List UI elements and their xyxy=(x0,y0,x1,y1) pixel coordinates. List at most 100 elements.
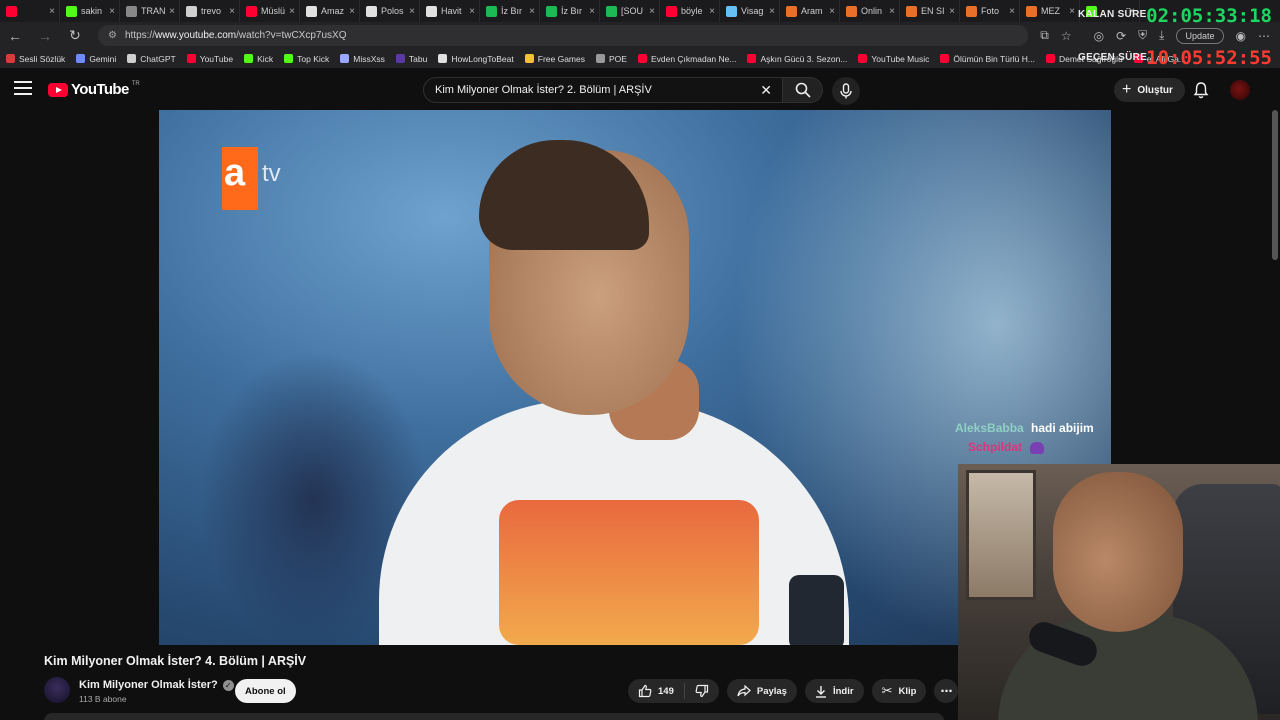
search-input[interactable]: Kim Milyoner Olmak İster? 2. Bölüm | ARŞ… xyxy=(423,77,783,103)
tab-close-icon[interactable]: × xyxy=(349,6,355,17)
browser-tab[interactable]: İz Bır × xyxy=(540,0,600,22)
tab-favicon-icon xyxy=(546,5,557,17)
bookmark-item[interactable]: Top Kick xyxy=(284,54,329,64)
site-info-icon[interactable]: ⚙ xyxy=(108,30,117,41)
thumbs-up-icon xyxy=(638,684,652,698)
subscribe-button[interactable]: Abone ol xyxy=(235,679,296,703)
tab-close-icon[interactable]: × xyxy=(169,6,175,17)
browser-tab[interactable]: Visag × xyxy=(720,0,780,22)
browser-tab[interactable]: böyle × xyxy=(660,0,720,22)
notifications-bell-icon[interactable] xyxy=(1192,81,1210,99)
tab-favicon-icon xyxy=(66,5,77,17)
channel-name[interactable]: Kim Milyoner Olmak İster? ✓ xyxy=(79,679,234,691)
browser-tab[interactable]: sakin × xyxy=(60,0,120,22)
voice-search-button[interactable] xyxy=(832,77,860,105)
tab-close-icon[interactable]: × xyxy=(709,6,715,17)
browser-tab[interactable]: trevo × xyxy=(180,0,240,22)
chat-message: AleksBabba hadi abijim xyxy=(955,421,1094,435)
browser-tab[interactable]: EN SI × xyxy=(900,0,960,22)
bookmark-label: Sesli Sözlük xyxy=(19,53,66,64)
bookmark-label: Free Games xyxy=(537,53,585,64)
search-button[interactable] xyxy=(783,77,823,103)
tab-favicon-icon xyxy=(666,5,677,17)
bookmark-item[interactable]: Evden Çıkmadan Ne... xyxy=(637,54,736,64)
bookmark-item[interactable]: Kick xyxy=(244,54,273,64)
bookmark-label: Top Kick xyxy=(297,53,330,64)
tab-close-icon[interactable]: × xyxy=(889,6,895,17)
bookmark-item[interactable]: Ölümün Bin Türlü H... xyxy=(940,54,1035,64)
browser-tab[interactable]: TRAN × xyxy=(120,0,180,22)
tab-close-icon[interactable]: × xyxy=(49,6,55,17)
browser-tab[interactable]: Foto × xyxy=(960,0,1020,22)
bookmark-item[interactable]: Tabu xyxy=(395,54,427,64)
thumbs-down-icon xyxy=(695,684,708,698)
tab-close-icon[interactable]: × xyxy=(1009,6,1015,17)
remaining-time-label: KALAN SÜRE xyxy=(1078,9,1147,20)
browser-tab[interactable]: [SOU × xyxy=(600,0,660,22)
create-button[interactable]: + Oluştur xyxy=(1114,78,1185,102)
search-icon xyxy=(795,82,811,98)
microphone-icon xyxy=(840,83,852,99)
bookmark-item[interactable]: Aşkın Gücü 3. Sezon... xyxy=(747,54,847,64)
tab-close-icon[interactable]: × xyxy=(109,6,115,17)
tab-favicon-icon xyxy=(1026,5,1037,17)
tab-close-icon[interactable]: × xyxy=(289,6,295,17)
tab-close-icon[interactable]: × xyxy=(229,6,235,17)
bookmark-item[interactable]: Gemini xyxy=(76,54,116,64)
description-box[interactable] xyxy=(44,713,944,720)
bookmark-label: YouTube xyxy=(199,53,234,64)
browser-tab[interactable]: Müslü × xyxy=(240,0,300,22)
like-button[interactable]: 149 xyxy=(628,683,685,699)
tab-favicon-icon xyxy=(966,5,977,17)
browser-tab[interactable]: MEZ × xyxy=(1020,0,1080,22)
page-scrollbar[interactable] xyxy=(1272,110,1278,260)
account-avatar[interactable] xyxy=(1230,80,1250,100)
reload-icon[interactable]: ↻ xyxy=(60,27,90,44)
like-count: 149 xyxy=(658,685,674,697)
bookmark-star-icon[interactable]: ☆ xyxy=(1061,29,1072,43)
youtube-logo[interactable]: YouTube TR xyxy=(48,81,140,98)
browser-tab[interactable]: İz Bır × xyxy=(480,0,540,22)
tab-close-icon[interactable]: × xyxy=(529,6,535,17)
bookmark-item[interactable]: Sesli Sözlük xyxy=(6,54,65,64)
bookmark-item[interactable]: ChatGPT xyxy=(127,54,176,64)
tab-close-icon[interactable]: × xyxy=(829,6,835,17)
more-actions-button[interactable]: ⋯ xyxy=(934,679,959,703)
channel-avatar[interactable] xyxy=(44,677,70,703)
bookmark-item[interactable]: YouTube xyxy=(186,53,234,64)
browser-tab[interactable]: Havit × xyxy=(420,0,480,22)
address-bar[interactable]: ⚙ https://www.youtube.com/watch?v=twCXcp… xyxy=(98,25,1028,46)
browser-tab[interactable]: × xyxy=(0,0,60,22)
clear-search-icon[interactable]: ✕ xyxy=(760,82,772,99)
browser-tab[interactable]: Amaz × xyxy=(300,0,360,22)
bookmark-item[interactable]: HowLongToBeat xyxy=(438,54,514,64)
back-icon[interactable]: ← xyxy=(0,28,30,44)
url-text: https://www.youtube.com/watch?v=twCXcp7u… xyxy=(124,30,347,41)
bookmark-item[interactable]: Free Games xyxy=(524,53,585,64)
browser-tab[interactable]: Aram × xyxy=(780,0,840,22)
tab-close-icon[interactable]: × xyxy=(769,6,775,17)
tab-close-icon[interactable]: × xyxy=(409,6,415,17)
bookmark-item[interactable]: POE xyxy=(596,54,627,64)
tab-close-icon[interactable]: × xyxy=(469,6,475,17)
bookmark-item[interactable]: MissXss xyxy=(340,54,385,64)
forward-icon[interactable]: → xyxy=(30,28,60,44)
clip-button[interactable]: ✂ Klip xyxy=(871,679,927,703)
tab-favicon-icon xyxy=(126,5,137,17)
browser-tab[interactable]: Polos × xyxy=(360,0,420,22)
verified-icon: ✓ xyxy=(222,679,234,691)
tab-close-icon[interactable]: × xyxy=(649,6,655,17)
tab-title: Havit xyxy=(441,6,462,16)
hamburger-menu-icon[interactable] xyxy=(14,81,32,95)
tab-close-icon[interactable]: × xyxy=(949,6,955,17)
browser-tab[interactable]: Onlin × xyxy=(840,0,900,22)
dislike-button[interactable] xyxy=(685,684,719,698)
bookmark-item[interactable]: YouTube Music xyxy=(858,54,929,64)
extensions-icon[interactable]: ⧉ xyxy=(1040,28,1049,43)
bookmark-favicon-icon xyxy=(1045,54,1055,63)
scissors-icon: ✂ xyxy=(881,683,893,698)
download-button[interactable]: İndir xyxy=(804,679,864,703)
share-button[interactable]: Paylaş xyxy=(726,679,797,703)
tab-close-icon[interactable]: × xyxy=(589,6,595,17)
share-icon xyxy=(737,685,751,697)
